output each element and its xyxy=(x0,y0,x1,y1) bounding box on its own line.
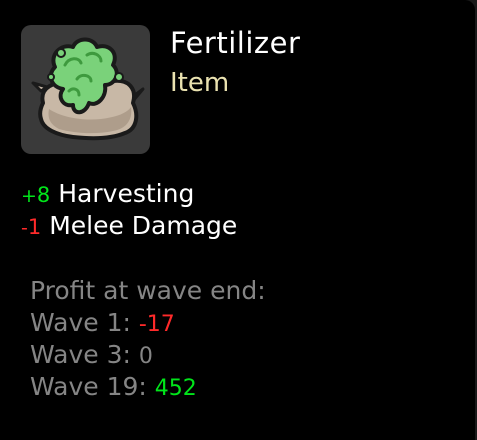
profit-wave-row: Wave 1: -17 xyxy=(30,308,175,337)
wave-profit-value: 0 xyxy=(138,344,153,369)
wave-profit-value: 452 xyxy=(154,376,197,401)
stat-line-harvesting: +8 Harvesting xyxy=(21,179,194,208)
item-tooltip-panel: Fertilizer Item +8 Harvesting -1 Melee D… xyxy=(0,0,475,440)
profit-header: Profit at wave end: xyxy=(30,276,266,305)
fertilizer-sack-icon xyxy=(31,37,145,141)
stat-line-melee-damage: -1 Melee Damage xyxy=(21,211,237,240)
wave-label: Wave 19: xyxy=(30,372,147,401)
stat-value: 1 xyxy=(27,215,42,239)
item-type: Item xyxy=(170,68,230,98)
stat-label: Melee Damage xyxy=(49,211,238,240)
wave-profit-value: -17 xyxy=(138,312,175,337)
item-name: Fertilizer xyxy=(170,26,301,60)
item-icon-frame xyxy=(21,25,150,154)
wave-label: Wave 3: xyxy=(30,340,131,369)
wave-label: Wave 1: xyxy=(30,308,131,337)
stat-sign: + xyxy=(21,185,37,207)
stat-sign: - xyxy=(21,217,28,239)
profit-wave-row: Wave 3: 0 xyxy=(30,340,153,369)
profit-wave-row: Wave 19: 452 xyxy=(30,372,197,401)
stat-label: Harvesting xyxy=(58,179,195,208)
stat-value: 8 xyxy=(36,183,51,207)
